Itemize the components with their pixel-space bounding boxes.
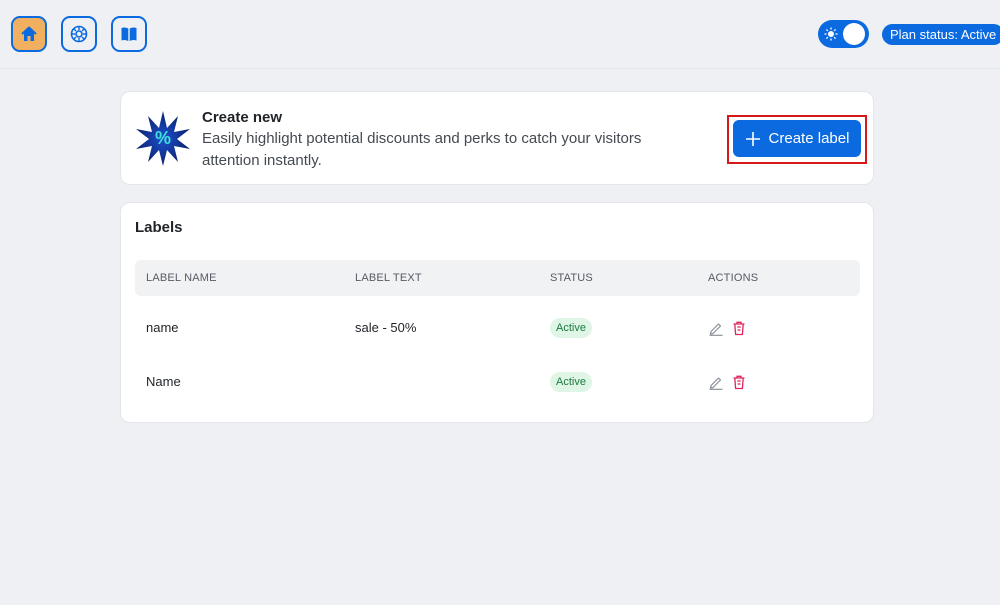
- create-label-button-text: Create label: [768, 130, 850, 147]
- label-text-cell: sale - 50%: [355, 320, 417, 335]
- settings-icon: [70, 25, 88, 43]
- delete-button[interactable]: [731, 320, 747, 336]
- home-icon: [21, 26, 37, 41]
- table-header: LABEL NAME LABEL TEXT STATUS ACTIONS: [135, 260, 860, 296]
- column-header-label-text: LABEL TEXT: [355, 272, 422, 284]
- column-header-actions: ACTIONS: [708, 272, 759, 284]
- discount-badge-icon: %: [136, 111, 190, 166]
- create-new-description: Easily highlight potential discounts and…: [202, 130, 642, 169]
- create-new-card: % Create new Easily highlight potential …: [120, 91, 874, 185]
- column-header-status: STATUS: [550, 272, 593, 284]
- labels-title: Labels: [135, 219, 183, 236]
- theme-toggle[interactable]: [818, 20, 869, 48]
- trash-icon: [733, 375, 745, 390]
- sun-icon: [824, 27, 838, 41]
- edit-icon: [709, 377, 723, 390]
- create-new-title: Create new: [202, 109, 283, 126]
- edit-icon: [709, 323, 723, 336]
- status-badge: Active: [550, 318, 592, 338]
- edit-button[interactable]: [708, 320, 724, 336]
- toggle-knob: [843, 23, 865, 45]
- table-row: Name Active: [135, 362, 860, 402]
- label-name-cell: name: [146, 320, 179, 335]
- edit-button[interactable]: [708, 374, 724, 390]
- table-row: name sale - 50% Active: [135, 308, 860, 348]
- settings-button[interactable]: [61, 16, 97, 52]
- svg-text:%: %: [155, 128, 171, 148]
- column-header-label-name: LABEL NAME: [146, 272, 217, 284]
- labels-card: Labels LABEL NAME LABEL TEXT STATUS ACTI…: [120, 202, 874, 423]
- delete-button[interactable]: [731, 374, 747, 390]
- top-bar: Plan status: Active: [0, 0, 1000, 69]
- docs-button[interactable]: [111, 16, 147, 52]
- home-button[interactable]: [11, 16, 47, 52]
- trash-icon: [733, 321, 745, 336]
- plus-icon: [745, 131, 760, 146]
- label-name-cell: Name: [146, 374, 181, 389]
- create-label-button[interactable]: Create label: [733, 120, 861, 157]
- status-badge: Active: [550, 372, 592, 392]
- plan-status-badge: Plan status: Active: [882, 24, 1000, 45]
- book-icon: [121, 27, 137, 41]
